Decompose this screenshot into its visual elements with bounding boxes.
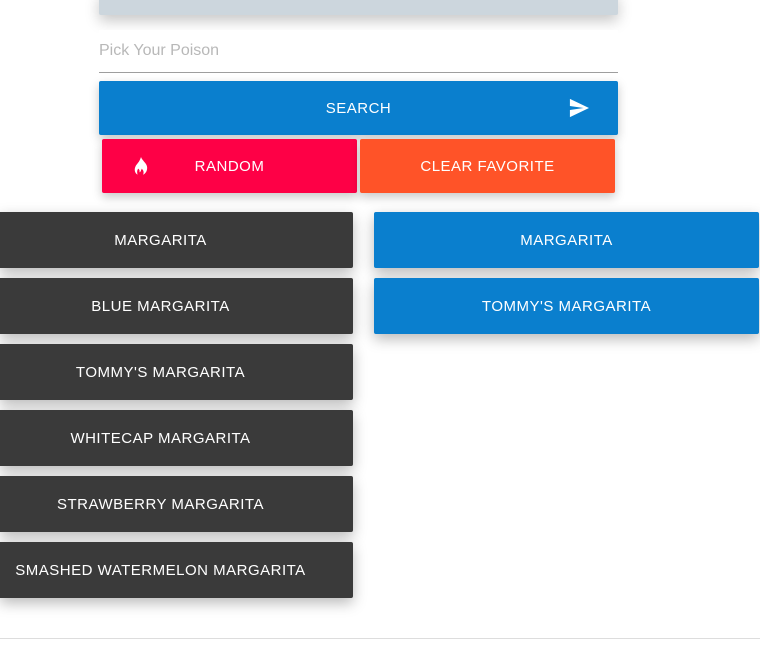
result-item[interactable]: TOMMY'S MARGARITA bbox=[0, 344, 353, 400]
search-button-label: SEARCH bbox=[325, 99, 392, 117]
favorite-item-label: TOMMY'S MARGARITA bbox=[481, 297, 652, 315]
clear-favorite-button-label: CLEAR FAVORITE bbox=[420, 157, 555, 175]
random-button[interactable]: RANDOM bbox=[102, 139, 357, 193]
result-item[interactable]: WHITECAP MARGARITA bbox=[0, 410, 353, 466]
result-item-label: STRAWBERRY MARGARITA bbox=[57, 495, 264, 513]
search-button[interactable]: SEARCH bbox=[99, 81, 618, 135]
result-item[interactable]: STRAWBERRY MARGARITA bbox=[0, 476, 353, 532]
header-bar bbox=[99, 0, 618, 15]
results-list: MARGARITA BLUE MARGARITA TOMMY'S MARGARI… bbox=[0, 212, 353, 608]
search-field[interactable] bbox=[99, 30, 618, 73]
page-divider bbox=[0, 638, 760, 639]
result-item[interactable]: BLUE MARGARITA bbox=[0, 278, 353, 334]
random-button-label: RANDOM bbox=[194, 157, 265, 175]
result-item-label: BLUE MARGARITA bbox=[91, 297, 230, 315]
fire-icon bbox=[134, 157, 148, 175]
result-item-label: WHITECAP MARGARITA bbox=[70, 429, 251, 447]
favorite-item-label: MARGARITA bbox=[520, 231, 613, 249]
app-page: SEARCH RANDOM CLEAR FAVORITE MARGARITA B… bbox=[0, 0, 760, 645]
result-item-label: TOMMY'S MARGARITA bbox=[75, 363, 246, 381]
favorites-list: MARGARITA TOMMY'S MARGARITA bbox=[374, 212, 759, 344]
send-icon bbox=[569, 98, 589, 118]
result-item[interactable]: MARGARITA bbox=[0, 212, 353, 268]
result-item-label: MARGARITA bbox=[114, 231, 207, 249]
clear-favorite-button[interactable]: CLEAR FAVORITE bbox=[360, 139, 615, 193]
result-item[interactable]: SMASHED WATERMELON MARGARITA bbox=[0, 542, 353, 598]
favorite-item[interactable]: MARGARITA bbox=[374, 212, 759, 268]
result-item-label: SMASHED WATERMELON MARGARITA bbox=[15, 561, 306, 579]
favorite-item[interactable]: TOMMY'S MARGARITA bbox=[374, 278, 759, 334]
search-input[interactable] bbox=[99, 30, 618, 72]
